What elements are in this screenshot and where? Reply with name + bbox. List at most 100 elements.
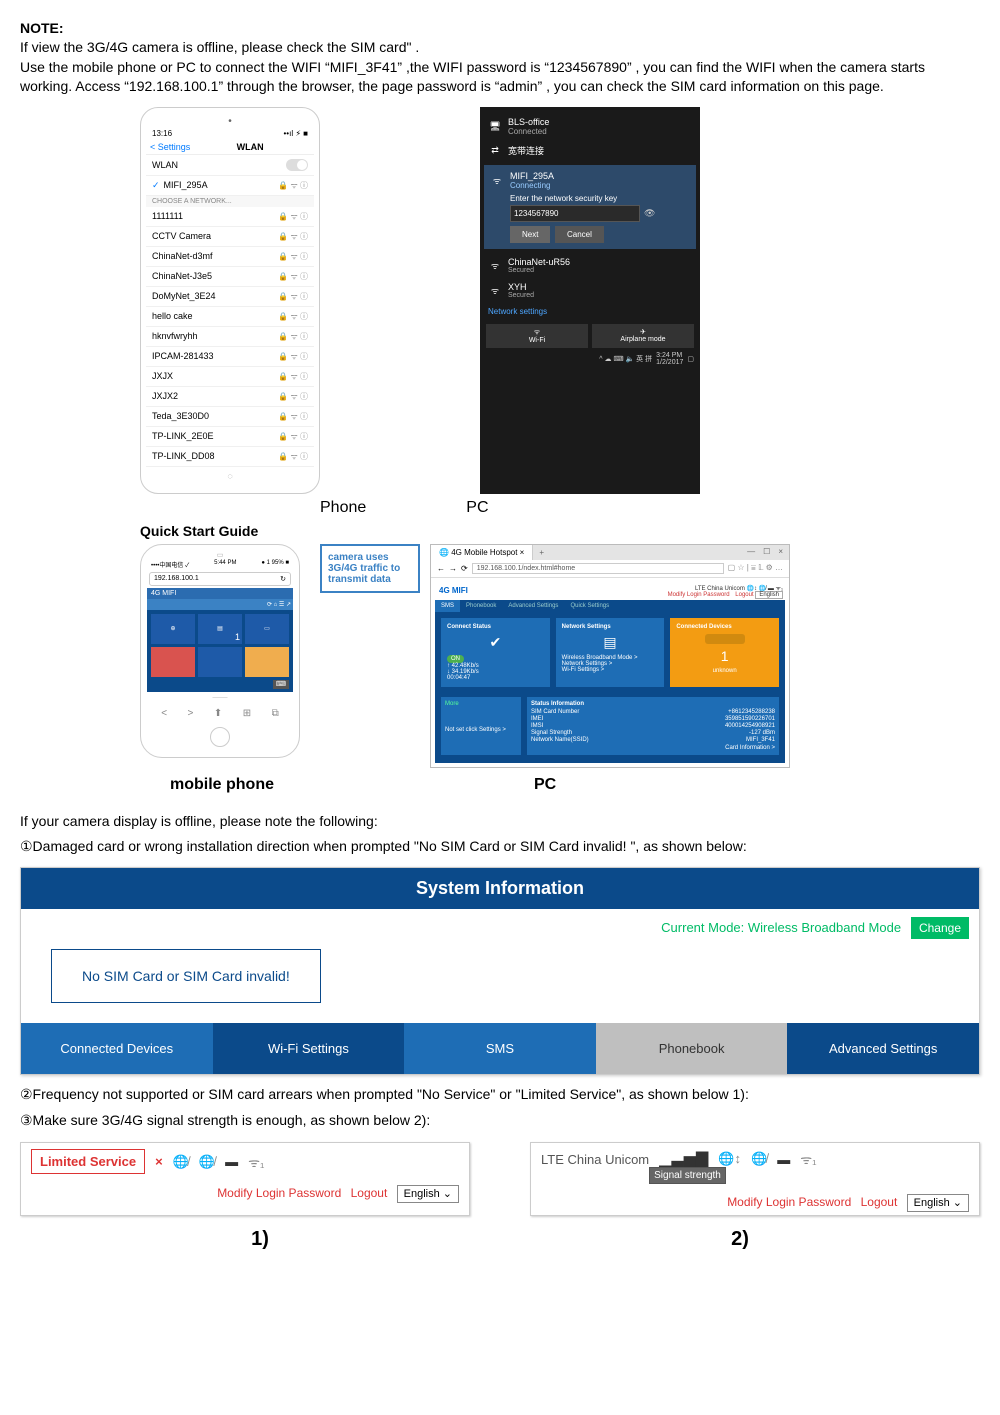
- tab-sms[interactable]: SMS: [404, 1023, 596, 1074]
- airplane-tile[interactable]: ✈Airplane mode: [592, 324, 694, 348]
- logout-link[interactable]: Logout: [735, 592, 753, 598]
- connected-devices-tile[interactable]: Connected Devices 1 unknown: [670, 618, 779, 687]
- network-name: ChinaNet-J3e5: [152, 271, 212, 281]
- tile-mid[interactable]: [198, 647, 242, 677]
- dev-tile[interactable]: ▭: [245, 614, 289, 644]
- status-box-1: Limited Service × 🌐̸ 🌐̸ ▬ ᯤ₁ Modify Logi…: [20, 1142, 470, 1216]
- modify-password-link[interactable]: Modify Login Password: [727, 1195, 851, 1209]
- language-select[interactable]: English ⌄: [397, 1185, 459, 1203]
- notifications-icon[interactable]: ▢: [687, 355, 694, 363]
- new-tab-button[interactable]: +: [533, 545, 550, 560]
- language-select[interactable]: English ⌄: [907, 1194, 969, 1212]
- page-tabs: SMS Phonebook Advanced Settings Quick Se…: [435, 600, 785, 612]
- wifi-network-row[interactable]: JXJX2🔒 ᯤ ⓘ: [146, 387, 314, 407]
- tab-advanced[interactable]: Advanced Settings: [502, 600, 564, 612]
- nav-fwd-icon[interactable]: →: [449, 564, 457, 573]
- network-name: JXJX2: [152, 391, 178, 401]
- wifi-icon: ᯤ₁: [248, 1153, 264, 1171]
- browser-tab[interactable]: 🌐 4G Mobile Hotspot ×: [431, 545, 533, 560]
- network-settings-tile[interactable]: Network Settings ▤ Wireless Broadband Mo…: [556, 618, 665, 687]
- net-tile[interactable]: ▤1: [198, 614, 242, 644]
- k: IMSI: [531, 723, 543, 729]
- tab-connected-devices[interactable]: Connected Devices: [21, 1023, 213, 1074]
- share-icon[interactable]: ⬆: [214, 708, 222, 719]
- tile-red[interactable]: [151, 647, 195, 677]
- modify-pass-link[interactable]: Modify Login Password: [668, 592, 730, 598]
- mobile-phone-label: mobile phone: [170, 776, 274, 794]
- wifi-network-row[interactable]: TP-LINK_2E0E🔒 ᯤ ⓘ: [146, 427, 314, 447]
- reload-icon[interactable]: ↻: [280, 575, 286, 583]
- wifi-network-row[interactable]: ChinaNet-J3e5🔒 ᯤ ⓘ: [146, 267, 314, 287]
- logout-link[interactable]: Logout: [861, 1195, 898, 1209]
- broadband-row[interactable]: ⇄ 宽带连接: [486, 140, 694, 161]
- tab-quick[interactable]: Quick Settings: [564, 600, 615, 612]
- row[interactable]: Wi-Fi Settings >: [562, 667, 659, 673]
- wifi-network-row[interactable]: 1111111🔒 ᯤ ⓘ: [146, 207, 314, 227]
- wifi-network-row[interactable]: IPCAM-281433🔒 ᯤ ⓘ: [146, 347, 314, 367]
- badge-1: 1: [235, 632, 240, 642]
- card-info-link[interactable]: Card Information >: [531, 745, 775, 751]
- tile-header: Connect Status: [447, 624, 544, 630]
- connect-status-tile[interactable]: Connect Status ✔ ON ↑ 42.48Kb/s ↓ 34.19K…: [441, 618, 550, 687]
- back-button[interactable]: < Settings: [150, 142, 190, 152]
- note-line1: If view the 3G/4G camera is offline, ple…: [20, 39, 419, 55]
- tab-wifi-settings[interactable]: Wi-Fi Settings: [213, 1023, 405, 1074]
- wlan-toggle[interactable]: [286, 159, 308, 171]
- pages-icon[interactable]: ⧉: [272, 708, 279, 719]
- label-1: 1): [251, 1228, 269, 1251]
- min-icon[interactable]: —: [747, 547, 755, 558]
- wifi-network-row[interactable]: Teda_3E30D0🔒 ᯤ ⓘ: [146, 407, 314, 427]
- network-settings-link[interactable]: Network settings: [486, 303, 694, 320]
- wifi-row-icons: 🔒 ᯤ ⓘ: [278, 251, 308, 262]
- tile-orange[interactable]: [245, 647, 289, 677]
- wifi-connected-row[interactable]: 🖥 BLS-office Connected: [486, 113, 694, 140]
- lang-select[interactable]: English: [755, 591, 783, 599]
- tray-time: 3:24 PM: [656, 352, 682, 359]
- modify-password-link[interactable]: Modify Login Password: [217, 1186, 341, 1200]
- connected-network[interactable]: MIFI_295A: [164, 180, 208, 190]
- v: +8612345288238: [728, 709, 775, 715]
- tab-phonebook[interactable]: Phonebook: [596, 1023, 788, 1074]
- tab-phonebook[interactable]: Phonebook: [460, 600, 502, 612]
- no-sim-message: No SIM Card or SIM Card invalid!: [51, 949, 321, 1003]
- logout-link[interactable]: Logout: [351, 1186, 388, 1200]
- wifi-network-row[interactable]: hknvfwryhh🔒 ᯤ ⓘ: [146, 327, 314, 347]
- tab-sms[interactable]: SMS: [435, 600, 460, 612]
- wifi-row[interactable]: ᯤXYHSecured: [486, 278, 694, 303]
- back-icon[interactable]: <: [161, 708, 167, 719]
- addr-right-icons: ▢ ☆ | ⩸ 𝕃 ⚙ …: [728, 563, 783, 573]
- on-toggle[interactable]: ON: [447, 655, 464, 663]
- address-bar[interactable]: 192.168.100.1/ndex.html#home: [472, 563, 724, 574]
- wifi-network-row[interactable]: ChinaNet-d3mf🔒 ᯤ ⓘ: [146, 247, 314, 267]
- wifi-network-row[interactable]: DoMyNet_3E24🔒 ᯤ ⓘ: [146, 287, 314, 307]
- fwd-icon[interactable]: >: [188, 708, 194, 719]
- wifi-icon: ᯤ: [490, 174, 504, 187]
- wifi-row[interactable]: ᯤChinaNet-uR56Secured: [486, 253, 694, 278]
- wifi-network-row[interactable]: hello cake🔒 ᯤ ⓘ: [146, 307, 314, 327]
- home-button[interactable]: [210, 727, 230, 747]
- security-key-input[interactable]: [510, 205, 640, 222]
- tabs-icon[interactable]: ⊞: [243, 708, 251, 719]
- wifi-tile[interactable]: ᯤWi-Fi: [486, 324, 588, 348]
- net-name: ChinaNet-uR56: [508, 257, 570, 267]
- max-icon[interactable]: ☐: [763, 547, 770, 558]
- wifi-network-row[interactable]: CCTV Camera🔒 ᯤ ⓘ: [146, 227, 314, 247]
- wlan-row-label: WLAN: [152, 160, 178, 170]
- net-name: XYH: [508, 282, 534, 292]
- wifi-network-row[interactable]: TP-LINK_DD08🔒 ᯤ ⓘ: [146, 447, 314, 467]
- status-tile[interactable]: ⊕: [151, 614, 195, 644]
- more-link[interactable]: More: [445, 701, 517, 707]
- nav-back-icon[interactable]: ←: [437, 564, 445, 573]
- cancel-button[interactable]: Cancel: [555, 226, 604, 243]
- url-input[interactable]: [154, 575, 277, 582]
- change-button[interactable]: Change: [911, 917, 969, 939]
- wifi-network-row[interactable]: JXJX🔒 ᯤ ⓘ: [146, 367, 314, 387]
- show-password-icon[interactable]: 👁: [644, 208, 655, 219]
- k: SIM Card Number: [531, 709, 579, 715]
- not-set-link[interactable]: Not set click Settings >: [445, 727, 517, 733]
- next-button[interactable]: Next: [510, 226, 550, 243]
- network-list: 1111111🔒 ᯤ ⓘCCTV Camera🔒 ᯤ ⓘChinaNet-d3m…: [146, 207, 314, 467]
- nav-reload-icon[interactable]: ⟳: [461, 564, 468, 573]
- close-icon[interactable]: ×: [778, 547, 783, 558]
- tab-advanced-settings[interactable]: Advanced Settings: [787, 1023, 979, 1074]
